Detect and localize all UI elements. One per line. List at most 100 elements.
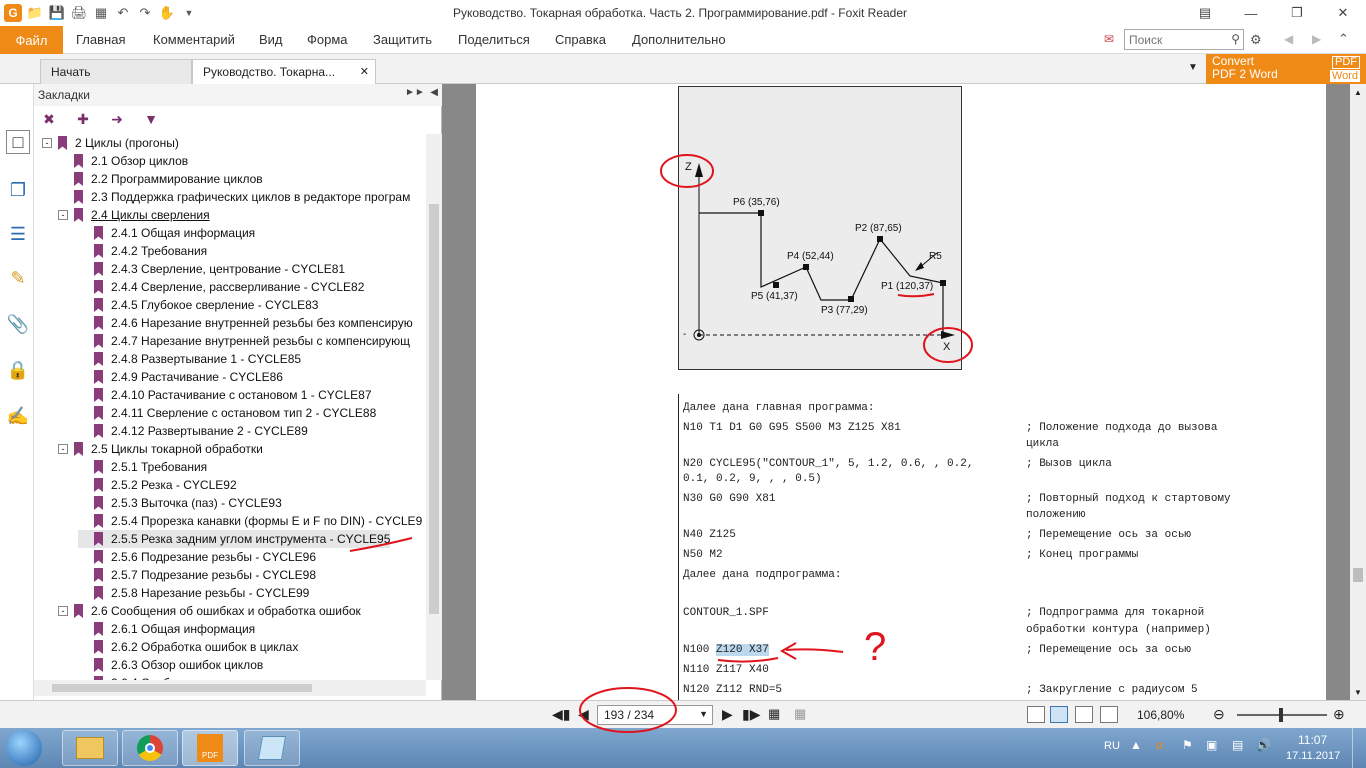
file-menu-button[interactable]: Файл: [0, 26, 63, 54]
foxit-taskbar-icon[interactable]: PDF: [182, 730, 238, 766]
tray-shield-icon[interactable]: ▣: [1206, 738, 1217, 752]
bookmark-item[interactable]: 2.6.3 Обзор ошибок циклов: [78, 656, 263, 674]
first-page-icon[interactable]: ◀▮: [552, 706, 570, 723]
bookmarks-hscroll-thumb[interactable]: [52, 684, 312, 692]
collapse-toggle-icon[interactable]: -: [58, 606, 68, 616]
bookmark-item[interactable]: 2.5.7 Подрезание резьбы - CYCLE98: [78, 566, 316, 584]
bookmark-item[interactable]: 2.4.9 Растачивание - CYCLE86: [78, 368, 283, 386]
bookmark-item[interactable]: - 2.4 Циклы сверления: [58, 206, 210, 224]
bookmark-item[interactable]: 2.4.2 Требования: [78, 242, 207, 260]
bookmarks-panel-icon[interactable]: □: [6, 130, 30, 154]
bookmarks-vertical-scrollbar[interactable]: [426, 134, 442, 680]
menu-home[interactable]: Главная: [76, 32, 125, 47]
minimize-icon[interactable]: —: [1228, 0, 1274, 26]
bookmark-item[interactable]: 2.4.8 Развертывание 1 - CYCLE85: [78, 350, 301, 368]
bookmark-item[interactable]: 2.4.4 Сверление, рассверливание - CYCLE8…: [78, 278, 364, 296]
bookmark-item[interactable]: 2.4.10 Растачивание с остановом 1 - CYCL…: [78, 386, 372, 404]
panel-expand-collapse-icon[interactable]: ►► ◀: [405, 87, 438, 98]
bookmarks-scroll-thumb[interactable]: [429, 204, 439, 614]
menu-extra[interactable]: Дополнительно: [632, 32, 726, 47]
undo-icon[interactable]: ↶: [114, 4, 132, 22]
search-box[interactable]: ⚲: [1124, 29, 1244, 50]
next-view-icon[interactable]: ▦: [794, 706, 806, 722]
security-panel-icon[interactable]: 🔒: [6, 358, 30, 382]
start-button[interactable]: [6, 730, 42, 766]
convert-pdf-to-word-button[interactable]: Convert PDF 2 Word PDF Word: [1206, 54, 1366, 84]
tab-document[interactable]: Руководство. Токарна... ✕: [192, 59, 376, 84]
comments-panel-icon[interactable]: ✎: [6, 266, 30, 290]
bookmark-item[interactable]: 2.5.8 Нарезание резьбы - CYCLE99: [78, 584, 309, 602]
bookmark-item[interactable]: 2.6.1 Общая информация: [78, 620, 255, 638]
single-page-view-icon[interactable]: [1027, 706, 1045, 723]
bookmark-item[interactable]: - 2 Циклы (прогоны): [42, 134, 179, 152]
menu-view[interactable]: Вид: [259, 32, 283, 47]
clock-time[interactable]: 11:07: [1298, 733, 1327, 747]
tray-flag-icon[interactable]: ⚑: [1182, 738, 1193, 752]
tab-close-icon[interactable]: ✕: [360, 65, 369, 78]
redo-icon[interactable]: ↷: [136, 4, 154, 22]
last-page-icon[interactable]: ▮▶: [742, 706, 760, 723]
menu-form[interactable]: Форма: [307, 32, 348, 47]
zoom-slider-knob[interactable]: [1279, 708, 1283, 722]
tab-start[interactable]: Начать: [40, 59, 192, 84]
bookmark-item[interactable]: 2.4.7 Нарезание внутренней резьбы с комп…: [78, 332, 410, 350]
bookmarks-horizontal-scrollbar[interactable]: [34, 680, 426, 696]
language-indicator[interactable]: RU: [1104, 740, 1120, 752]
bookmark-item[interactable]: 2.5.3 Выточка (паз) - CYCLE93: [78, 494, 282, 512]
bookmark-item[interactable]: 2.4.1 Общая информация: [78, 224, 255, 242]
collapse-toggle-icon[interactable]: -: [42, 138, 52, 148]
go-to-bookmark-icon[interactable]: ➜: [108, 110, 126, 128]
attachments-panel-icon[interactable]: 📎: [6, 312, 30, 336]
menu-comment[interactable]: Комментарий: [153, 32, 235, 47]
bookmark-item[interactable]: 2.5.2 Резка - CYCLE92: [78, 476, 237, 494]
collapse-ribbon-icon[interactable]: ⌃: [1338, 31, 1349, 47]
search-icon[interactable]: ⚲: [1231, 32, 1240, 46]
document-scroll-thumb[interactable]: [1353, 568, 1363, 582]
menu-share[interactable]: Поделиться: [458, 32, 530, 47]
menu-help[interactable]: Справка: [555, 32, 606, 47]
network-icon[interactable]: ▤: [1232, 738, 1243, 752]
print-icon[interactable]: 🖨: [70, 4, 88, 22]
bookmark-item[interactable]: 2.2 Программирование циклов: [58, 170, 263, 188]
messages-icon[interactable]: ✉: [1104, 32, 1114, 46]
bookmark-item[interactable]: 2.4.11 Сверление с остановом тип 2 - CYC…: [78, 404, 376, 422]
app-logo-icon[interactable]: G: [4, 4, 22, 22]
clock-date[interactable]: 17.11.2017: [1286, 750, 1340, 762]
continuous-facing-view-icon[interactable]: [1100, 706, 1118, 723]
forward-icon[interactable]: ▶: [1312, 32, 1321, 46]
next-page-icon[interactable]: ▶: [722, 706, 733, 723]
customize-dropdown-icon[interactable]: ▼: [180, 4, 198, 22]
pages-panel-icon[interactable]: ❐: [6, 178, 30, 202]
add-bookmark-icon[interactable]: ✚: [74, 110, 92, 128]
zoom-slider[interactable]: [1237, 708, 1327, 722]
bookmark-item[interactable]: 2.3 Поддержка графических циклов в редак…: [58, 188, 410, 206]
continuous-view-icon[interactable]: [1050, 706, 1068, 723]
chrome-taskbar-icon[interactable]: [122, 730, 178, 766]
page-dropdown-icon[interactable]: ▼: [699, 709, 708, 719]
folder-icon[interactable]: 📁: [26, 4, 44, 22]
bookmark-options-icon[interactable]: ▼: [142, 110, 160, 128]
facing-view-icon[interactable]: [1075, 706, 1093, 723]
signature-panel-icon[interactable]: ✍: [6, 404, 30, 428]
n100-highlighted-coords[interactable]: Z120 X37: [716, 644, 769, 656]
collapse-toggle-icon[interactable]: -: [58, 444, 68, 454]
scroll-up-icon[interactable]: ▲: [1354, 88, 1362, 97]
hand-icon[interactable]: ✋: [158, 4, 176, 22]
scroll-down-icon[interactable]: ▼: [1354, 688, 1362, 697]
bookmark-item[interactable]: 2.4.3 Сверление, центрование - CYCLE81: [78, 260, 345, 278]
bookmark-item[interactable]: 2.5.1 Требования: [78, 458, 207, 476]
properties-icon[interactable]: ▦: [92, 4, 110, 22]
restore-icon[interactable]: ❐: [1274, 0, 1320, 26]
bookmark-item[interactable]: - 2.5 Циклы токарной обработки: [58, 440, 263, 458]
document-vertical-scrollbar[interactable]: ▲ ▼: [1350, 84, 1366, 700]
bookmark-item[interactable]: 2.4.12 Развертывание 2 - CYCLE89: [78, 422, 308, 440]
volume-icon[interactable]: 🔊: [1256, 738, 1271, 752]
previous-page-icon[interactable]: ◀: [578, 706, 589, 723]
search-input[interactable]: [1125, 30, 1221, 49]
zoom-out-icon[interactable]: ⊖: [1213, 706, 1225, 723]
tab-list-dropdown-icon[interactable]: ▼: [1188, 62, 1198, 73]
collapse-toggle-icon[interactable]: -: [58, 210, 68, 220]
bookmark-item[interactable]: 2.1 Обзор циклов: [58, 152, 188, 170]
save-icon[interactable]: 💾: [48, 4, 66, 22]
notepad-taskbar-icon[interactable]: [244, 730, 300, 766]
